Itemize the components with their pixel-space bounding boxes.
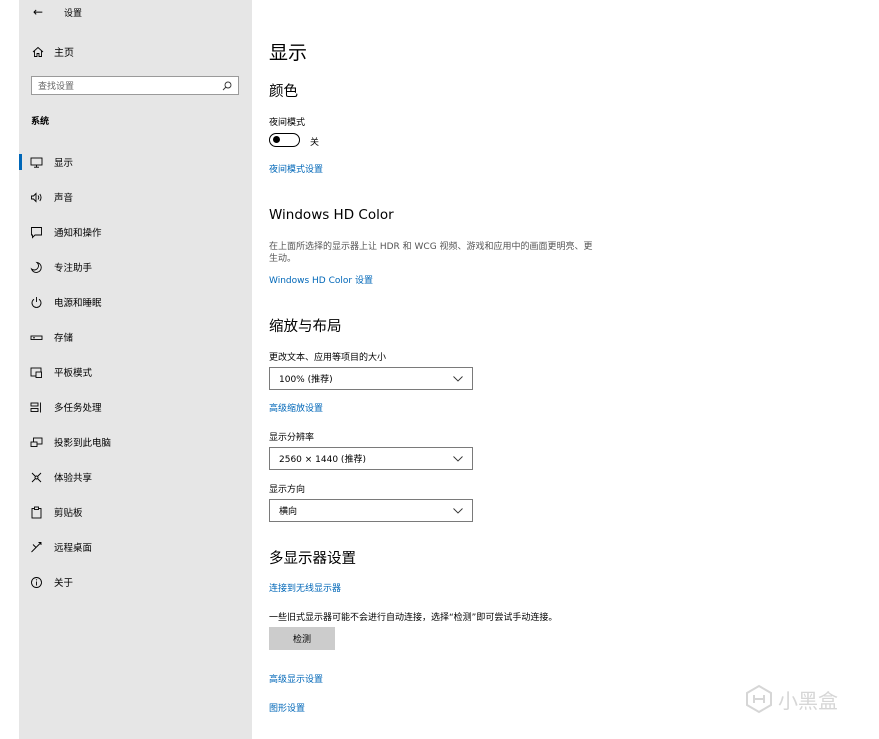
hdr-heading: Windows HD Color — [269, 207, 394, 223]
monitor-icon — [30, 157, 43, 168]
sidebar-item-label: 通知和操作 — [54, 228, 102, 239]
detect-note: 一些旧式显示器可能不会进行自动连接，选择“检测”即可尝试手动连接。 — [269, 613, 558, 623]
sidebar-item-shared-experiences[interactable]: 体验共享 — [19, 466, 252, 488]
sidebar-item-project[interactable]: 投影到此电脑 — [19, 431, 252, 453]
selected-indicator — [19, 154, 22, 170]
color-heading: 颜色 — [269, 84, 298, 100]
multitask-icon — [30, 402, 41, 413]
sidebar-item-label: 存储 — [54, 333, 74, 344]
sidebar-item-label: 剪贴板 — [54, 508, 83, 519]
sidebar-item-remote-desktop[interactable]: 远程桌面 — [19, 536, 252, 558]
sidebar-item-label: 体验共享 — [54, 473, 93, 484]
text-size-value: 100% (推荐) — [279, 375, 333, 385]
title-bar: ← 设置 — [33, 4, 82, 20]
resolution-value: 2560 × 1440 (推荐) — [279, 455, 366, 465]
watermark-text: 小黑盒 — [778, 688, 838, 713]
watermark: 小黑盒 — [744, 684, 838, 714]
advanced-scaling-link[interactable]: 高级缩放设置 — [269, 401, 323, 414]
watermark-logo-icon — [746, 684, 772, 714]
resolution-label: 显示分辨率 — [269, 433, 315, 443]
detect-button[interactable]: 检测 — [269, 627, 335, 650]
back-arrow-icon[interactable]: ← — [33, 5, 47, 19]
text-size-label: 更改文本、应用等项目的大小 — [269, 353, 387, 363]
sidebar-item-sound[interactable]: 声音 — [19, 186, 252, 208]
page-title: 显示 — [269, 42, 308, 64]
night-light-settings-link[interactable]: 夜间模式设置 — [269, 162, 323, 175]
night-light-state: 关 — [310, 138, 320, 148]
sidebar-item-power[interactable]: 电源和睡眠 — [19, 291, 252, 313]
speaker-icon — [31, 192, 42, 203]
sidebar-item-clipboard[interactable]: 剪贴板 — [19, 501, 252, 523]
storage-icon — [30, 335, 43, 340]
sidebar-item-label: 关于 — [54, 578, 74, 589]
info-icon — [31, 577, 42, 588]
sidebar-item-display[interactable]: 显示 — [19, 151, 252, 173]
sidebar: ← 设置 主页 查找设置 系统 显示 声音 通知和操作 专注助手 电源和睡眠 存… — [19, 0, 252, 739]
sidebar-item-label: 平板模式 — [54, 368, 93, 379]
sidebar-item-label: 远程桌面 — [54, 543, 93, 554]
section-label: 系统 — [31, 117, 50, 127]
remote-desktop-icon — [31, 542, 42, 553]
orientation-label: 显示方向 — [269, 485, 306, 495]
chevron-down-icon — [453, 507, 463, 514]
sidebar-item-notifications[interactable]: 通知和操作 — [19, 221, 252, 243]
hdr-description: 在上面所选择的显示器上让 HDR 和 WCG 视频、游戏和应用中的画面更明亮、更… — [269, 242, 593, 264]
sidebar-item-label: 专注助手 — [54, 263, 93, 274]
main-content: 显示 颜色 夜间模式 关 夜间模式设置 Windows HD Color 在上面… — [269, 0, 869, 739]
sidebar-item-tablet-mode[interactable]: 平板模式 — [19, 361, 252, 383]
home-icon — [32, 46, 44, 57]
graphics-settings-link[interactable]: 图形设置 — [269, 701, 305, 714]
home-label: 主页 — [54, 48, 74, 59]
power-icon — [31, 297, 42, 308]
toggle-knob — [273, 136, 280, 143]
scale-heading: 缩放与布局 — [269, 319, 342, 335]
sidebar-item-label: 投影到此电脑 — [54, 438, 112, 449]
orientation-value: 横向 — [279, 507, 298, 517]
sidebar-item-storage[interactable]: 存储 — [19, 326, 252, 348]
moon-icon — [30, 261, 42, 273]
clipboard-icon — [31, 506, 42, 519]
night-light-label: 夜间模式 — [269, 118, 306, 128]
sidebar-item-label: 显示 — [54, 158, 74, 169]
search-input[interactable]: 查找设置 — [31, 76, 239, 95]
search-icon — [222, 81, 232, 90]
text-size-dropdown[interactable]: 100% (推荐) — [269, 367, 473, 390]
sidebar-item-focus-assist[interactable]: 专注助手 — [19, 256, 252, 278]
sidebar-item-label: 声音 — [54, 193, 74, 204]
hdr-settings-link[interactable]: Windows HD Color 设置 — [269, 273, 373, 286]
orientation-dropdown[interactable]: 横向 — [269, 499, 473, 522]
resolution-dropdown[interactable]: 2560 × 1440 (推荐) — [269, 447, 473, 470]
night-light-toggle[interactable] — [269, 133, 300, 147]
window-title: 设置 — [64, 8, 83, 19]
advanced-display-link[interactable]: 高级显示设置 — [269, 672, 323, 685]
projector-icon — [30, 437, 43, 447]
wireless-display-link[interactable]: 连接到无线显示器 — [269, 581, 341, 594]
sidebar-item-multitasking[interactable]: 多任务处理 — [19, 396, 252, 418]
chevron-down-icon — [453, 455, 463, 462]
multi-display-heading: 多显示器设置 — [269, 551, 356, 567]
tablet-icon — [30, 367, 42, 378]
search-placeholder: 查找设置 — [38, 82, 75, 92]
sidebar-item-label: 多任务处理 — [54, 403, 102, 414]
sidebar-item-about[interactable]: 关于 — [19, 571, 252, 593]
chevron-down-icon — [453, 375, 463, 382]
notification-icon — [31, 227, 42, 239]
sidebar-item-label: 电源和睡眠 — [54, 298, 102, 309]
share-icon — [31, 472, 42, 483]
sidebar-item-home[interactable]: 主页 — [32, 44, 74, 59]
